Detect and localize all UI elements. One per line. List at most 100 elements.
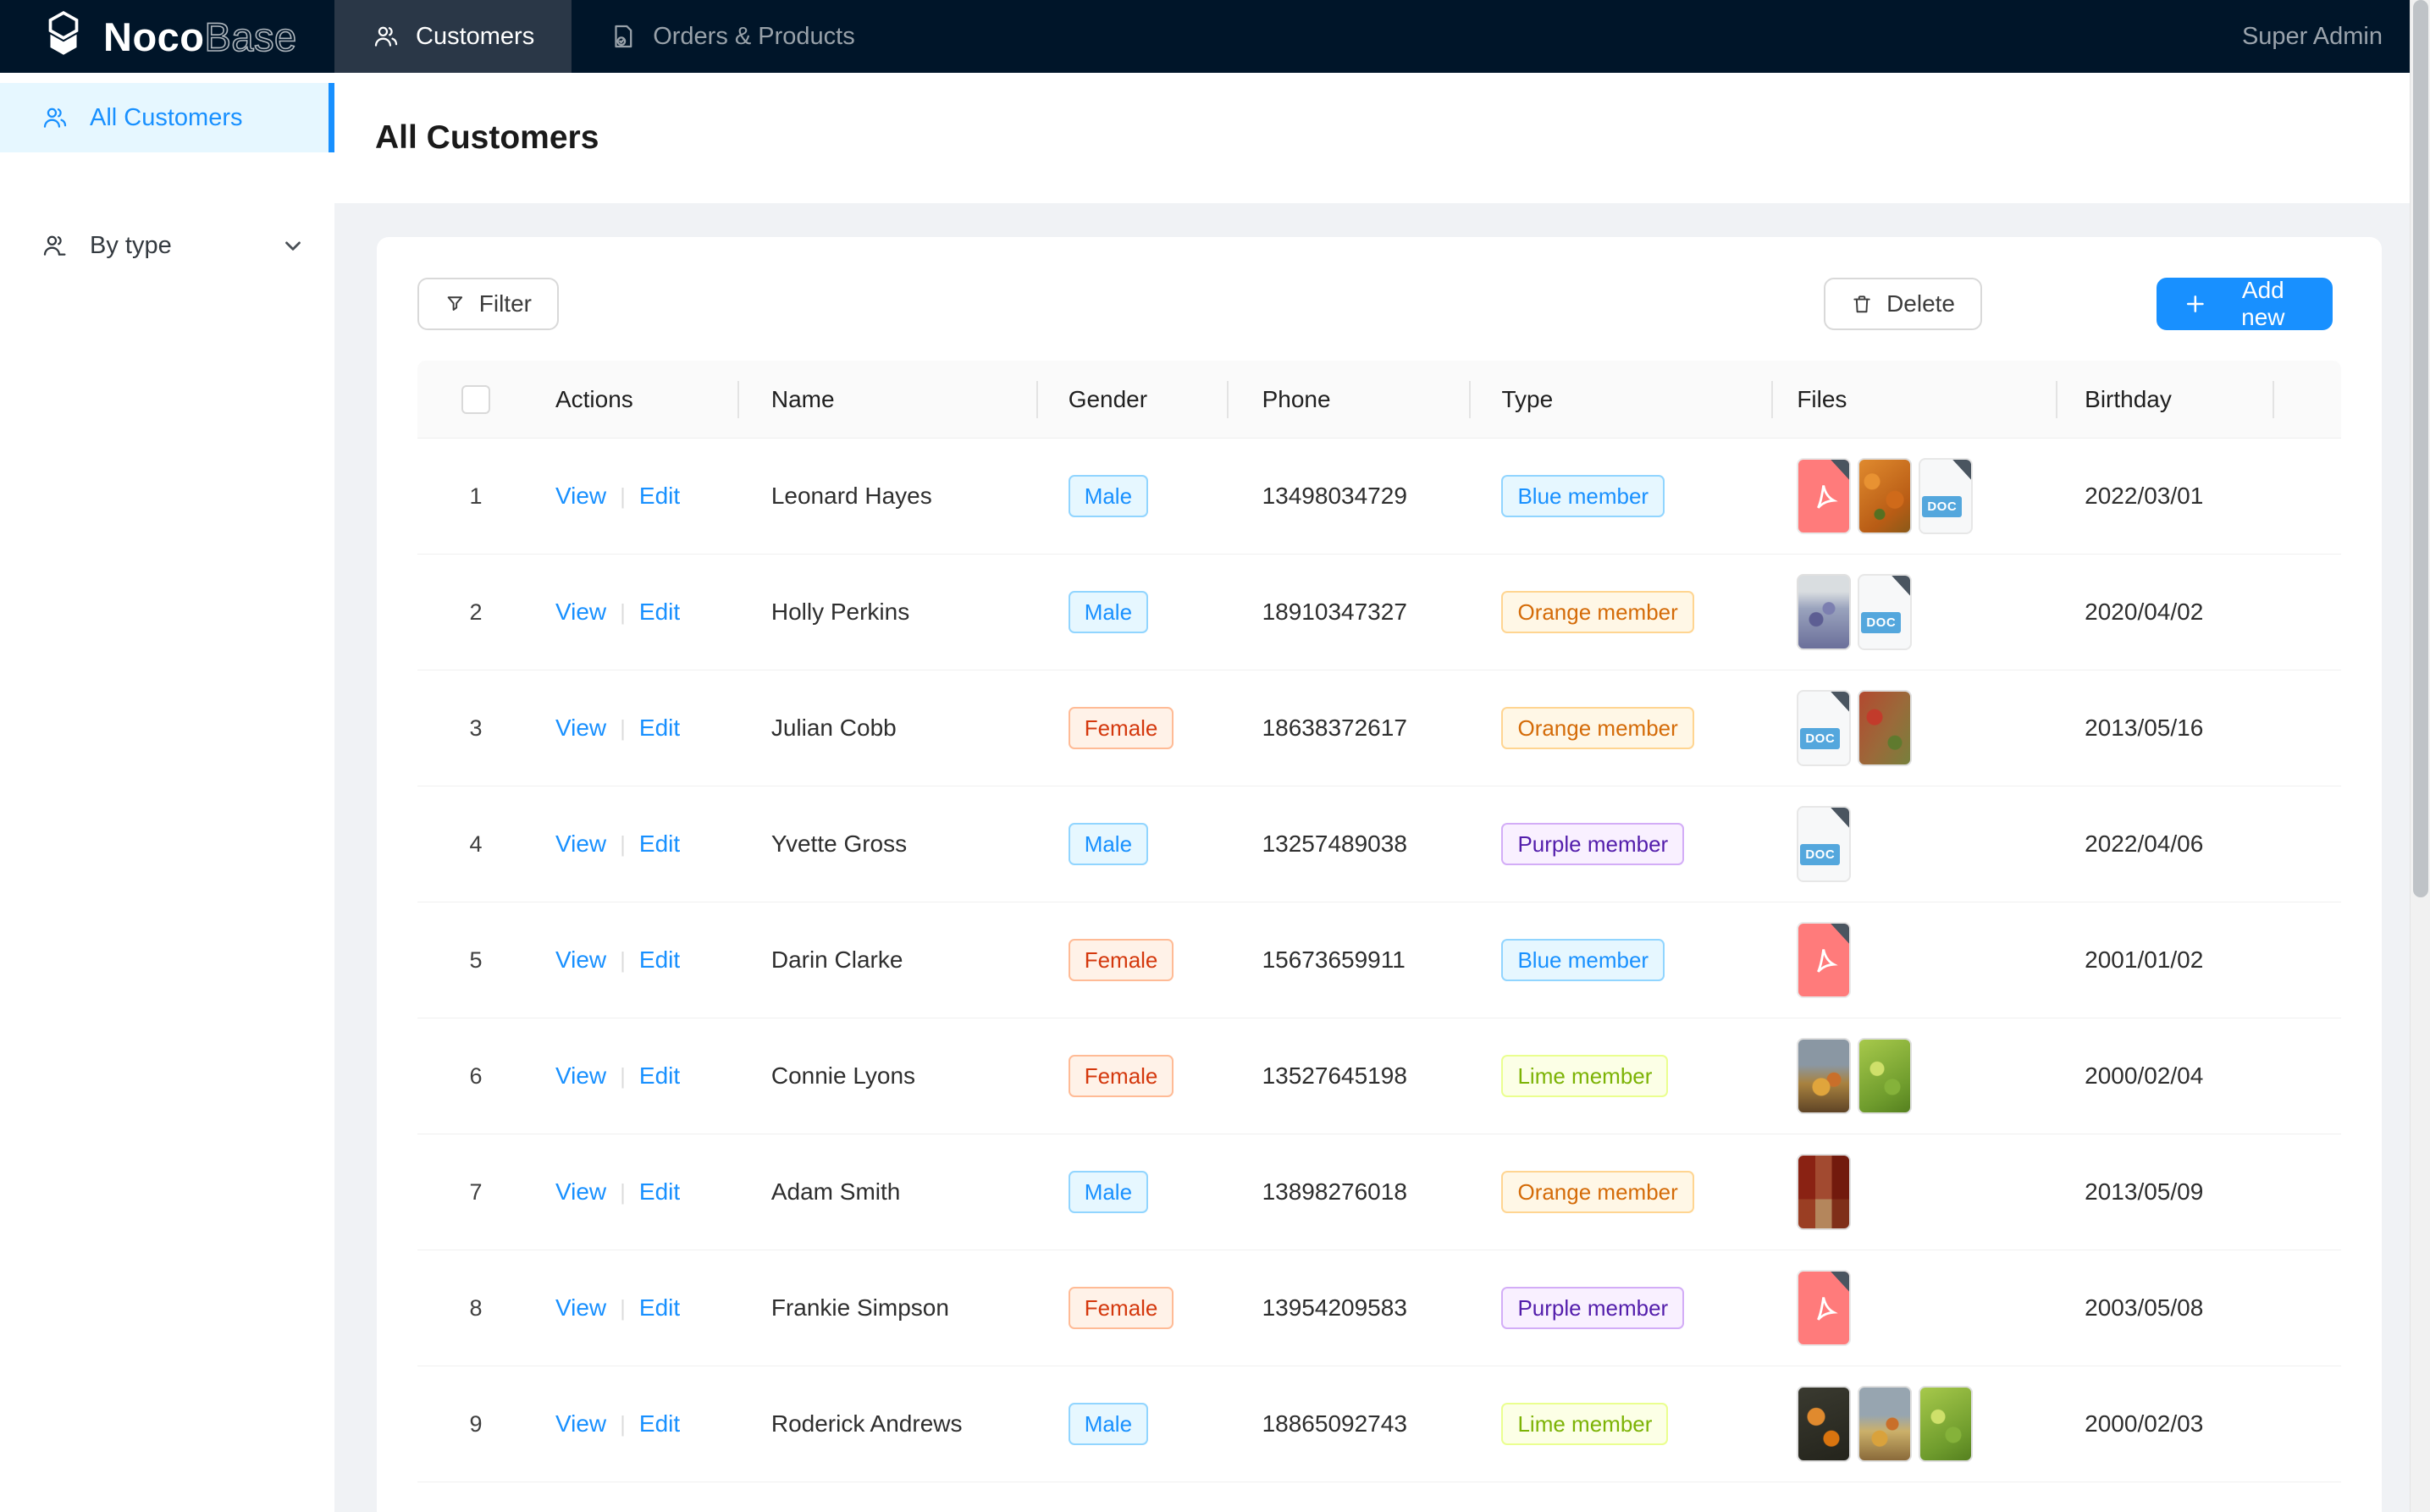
edit-link[interactable]: Edit [639, 830, 680, 858]
customers-table-card: Filter Delete Add new [377, 237, 2382, 1512]
image-file-thumbnail[interactable] [1797, 1386, 1851, 1462]
cell-actions: View|Edit [550, 1134, 739, 1250]
plus-icon [2184, 291, 2207, 317]
sidebar-item-all-customers[interactable]: All Customers [0, 83, 334, 152]
table-row[interactable]: 9View|EditRoderick AndrewsMale1886509274… [417, 1366, 2341, 1482]
table-row[interactable]: 5View|EditDarin ClarkeFemale15673659911B… [417, 902, 2341, 1018]
gender-badge: Female [1069, 939, 1174, 981]
table-row[interactable]: 4View|EditYvette GrossMale13257489038Pur… [417, 786, 2341, 902]
edit-link[interactable]: Edit [639, 1294, 680, 1322]
cell-type: Orange member [1471, 670, 1773, 786]
brand-logo[interactable]: NocoBase [0, 0, 334, 73]
view-link[interactable]: View [555, 830, 606, 858]
gender-badge: Male [1069, 823, 1148, 865]
cell-name: Darin Clarke [739, 902, 1038, 1018]
member-type-badge: Lime member [1501, 1403, 1668, 1445]
cell-phone: 18638372617 [1229, 670, 1472, 786]
select-all-checkbox[interactable] [461, 385, 490, 414]
doc-file-icon[interactable]: DOC [1797, 690, 1851, 766]
cell-files [1773, 1250, 2057, 1366]
view-link[interactable]: View [555, 1062, 606, 1090]
cell-name: Roderick Andrews [739, 1366, 1038, 1482]
doc-file-icon[interactable]: DOC [1797, 806, 1851, 882]
vertical-scrollbar[interactable] [2410, 0, 2430, 1512]
cell-files: DOC [1773, 786, 2057, 902]
edit-link[interactable]: Edit [639, 1410, 680, 1438]
member-type-badge: Orange member [1501, 707, 1693, 749]
cell-gender: Male [1038, 786, 1229, 902]
table-row[interactable]: 7View|EditAdam SmithMale13898276018Orang… [417, 1134, 2341, 1250]
edit-link[interactable]: Edit [639, 599, 680, 626]
pdf-file-icon[interactable] [1797, 922, 1851, 998]
current-user-label[interactable]: Super Admin [2242, 23, 2383, 51]
tab-orders-products[interactable]: Orders & Products [572, 0, 892, 73]
table-row[interactable]: 3View|EditJulian CobbFemale18638372617Or… [417, 670, 2341, 786]
delete-button[interactable]: Delete [1824, 278, 1982, 330]
pdf-file-icon[interactable] [1797, 458, 1851, 534]
row-index: 4 [461, 831, 490, 858]
cell-phone: 13898276018 [1229, 1134, 1472, 1250]
cell-birthday: 2013/05/09 [2057, 1134, 2274, 1250]
view-link[interactable]: View [555, 599, 606, 626]
view-link[interactable]: View [555, 715, 606, 742]
sidebar-item-by-type[interactable]: By type [0, 212, 334, 279]
cell-extra [2274, 1018, 2341, 1134]
table-row[interactable]: 2View|EditHolly PerkinsMale18910347327Or… [417, 555, 2341, 670]
page-title: All Customers [375, 119, 599, 157]
header-cell-gender: Gender [1038, 361, 1229, 438]
cell-name: Adam Smith [739, 1134, 1038, 1250]
row-index: 2 [461, 599, 490, 626]
table-row[interactable]: 8View|EditFrankie SimpsonFemale139542095… [417, 1250, 2341, 1366]
cell-type: Blue member [1471, 902, 1773, 1018]
action-divider: | [620, 947, 626, 974]
chevron-down-icon[interactable] [280, 233, 306, 258]
edit-link[interactable]: Edit [639, 715, 680, 742]
action-divider: | [620, 715, 626, 742]
cell-name: Yvette Gross [739, 786, 1038, 902]
gender-badge: Male [1069, 1171, 1148, 1213]
view-link[interactable]: View [555, 946, 606, 974]
cell-index: 4 [417, 786, 550, 902]
view-link[interactable]: View [555, 483, 606, 510]
image-file-thumbnail[interactable] [1797, 1154, 1851, 1230]
image-file-thumbnail[interactable] [1919, 1386, 1973, 1462]
image-file-thumbnail[interactable] [1858, 1038, 1912, 1114]
add-new-button[interactable]: Add new [2157, 278, 2333, 330]
doc-file-icon[interactable]: DOC [1858, 574, 1912, 650]
image-file-thumbnail[interactable] [1797, 1038, 1851, 1114]
tab-customers[interactable]: Customers [334, 0, 572, 73]
filter-button[interactable]: Filter [417, 278, 559, 330]
header-cell-extra [2274, 361, 2341, 438]
cell-phone: 13527645198 [1229, 1018, 1472, 1134]
edit-link[interactable]: Edit [639, 1178, 680, 1206]
gender-badge: Female [1069, 1287, 1174, 1329]
cell-phone: 13954209583 [1229, 1250, 1472, 1366]
row-index: 3 [461, 715, 490, 742]
pdf-file-icon[interactable] [1797, 1270, 1851, 1346]
view-link[interactable]: View [555, 1410, 606, 1438]
member-type-badge: Lime member [1501, 1055, 1668, 1097]
row-index: 6 [461, 1063, 490, 1090]
cell-index: 8 [417, 1250, 550, 1366]
edit-link[interactable]: Edit [639, 483, 680, 510]
table-row[interactable]: 1View|EditLeonard HayesMale13498034729Bl… [417, 439, 2341, 555]
cell-files [1773, 1134, 2057, 1250]
image-file-thumbnail[interactable] [1858, 458, 1912, 534]
image-file-thumbnail[interactable] [1858, 1386, 1912, 1462]
cell-phone: 15673659911 [1229, 902, 1472, 1018]
cell-type: Purple member [1471, 786, 1773, 902]
cell-gender: Male [1038, 1366, 1229, 1482]
member-type-badge: Orange member [1501, 1171, 1693, 1213]
edit-link[interactable]: Edit [639, 1062, 680, 1090]
view-link[interactable]: View [555, 1178, 606, 1206]
image-file-thumbnail[interactable] [1858, 690, 1912, 766]
cell-extra [2274, 1366, 2341, 1482]
scrollbar-thumb[interactable] [2413, 0, 2428, 897]
cell-extra [2274, 439, 2341, 554]
edit-link[interactable]: Edit [639, 946, 680, 974]
cell-name: Holly Perkins [739, 555, 1038, 670]
table-row[interactable]: 6View|EditConnie LyonsFemale13527645198L… [417, 1018, 2341, 1134]
doc-file-icon[interactable]: DOC [1919, 458, 1973, 534]
image-file-thumbnail[interactable] [1797, 574, 1851, 650]
view-link[interactable]: View [555, 1294, 606, 1322]
